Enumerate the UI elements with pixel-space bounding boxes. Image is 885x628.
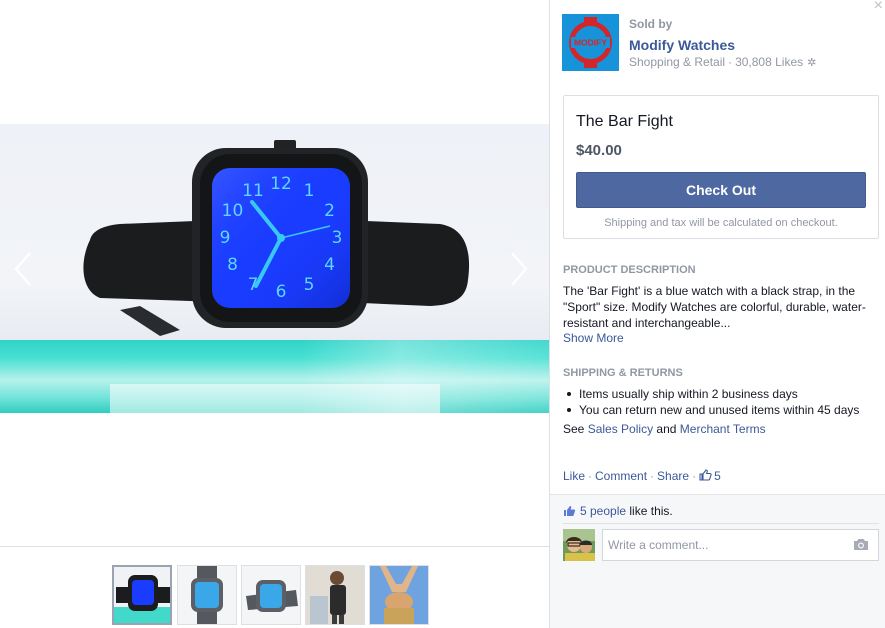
watch-numeral: 11 xyxy=(242,181,264,201)
check-out-button[interactable]: Check Out xyxy=(576,172,866,208)
merchant-terms-link[interactable]: Merchant Terms xyxy=(680,422,766,436)
camera-icon[interactable] xyxy=(853,537,869,551)
seller-meta: Shopping & Retail · 30,808 Likes ✲ xyxy=(629,55,816,69)
like-count[interactable]: 5 xyxy=(699,469,721,483)
likes-people-link[interactable]: 5 people xyxy=(580,504,626,518)
comment-link[interactable]: Comment xyxy=(595,469,647,483)
product-details-panel: × MODIFY Sold by Modify Watches Shopping… xyxy=(549,0,885,628)
thumbs-up-icon xyxy=(564,506,576,516)
settings-gear-icon[interactable]: ✲ xyxy=(807,56,816,69)
product-purchase-box: The Bar Fight $40.00 Check Out Shipping … xyxy=(563,95,879,239)
thumbnail-black-watch[interactable] xyxy=(112,565,172,625)
policy-links: See Sales Policy and Merchant Terms xyxy=(563,422,766,436)
thumbnail-person-sky[interactable] xyxy=(369,565,429,625)
see-label: See xyxy=(563,422,585,436)
thumbnail-gray-watch-angle[interactable] xyxy=(241,565,301,625)
separator: · xyxy=(728,55,733,69)
thumbnail-person-lifestyle[interactable] xyxy=(305,565,365,625)
like-link[interactable]: Like xyxy=(563,469,585,483)
list-item: Items usually ship within 2 business day… xyxy=(563,386,883,402)
separator: · xyxy=(650,469,655,483)
product-photo: 12 1 2 3 4 5 6 7 8 9 10 11 xyxy=(0,124,549,413)
sales-policy-link[interactable]: Sales Policy xyxy=(588,422,653,436)
separator: · xyxy=(588,469,593,483)
like-count-number: 5 xyxy=(714,469,721,483)
product-description-text: The 'Bar Fight' is a blue watch with a b… xyxy=(563,284,866,330)
watch-numeral: 10 xyxy=(222,201,244,221)
close-icon[interactable]: × xyxy=(874,0,883,14)
post-actions: Like · Comment · Share · 5 xyxy=(563,469,721,483)
next-photo-arrow-icon[interactable] xyxy=(508,250,530,288)
likes-summary: 5 people like this. xyxy=(563,504,673,518)
svg-text:MODIFY: MODIFY xyxy=(574,38,607,48)
separator: · xyxy=(692,469,697,483)
thumbnail-strip xyxy=(0,546,549,628)
acrylic-pedestal xyxy=(0,340,549,413)
product-price: $40.00 xyxy=(576,142,622,159)
seller-name-link[interactable]: Modify Watches xyxy=(629,37,735,53)
share-link[interactable]: Share xyxy=(657,469,689,483)
watch-numeral: 4 xyxy=(324,255,335,275)
thumbs-up-icon xyxy=(699,469,712,481)
seller-info: MODIFY Sold by Modify Watches Shopping &… xyxy=(562,14,872,72)
show-more-link[interactable]: Show More xyxy=(563,331,624,345)
watch-numeral: 2 xyxy=(324,201,335,221)
watch-numeral: 1 xyxy=(304,181,315,201)
watch-numeral: 5 xyxy=(304,275,315,295)
seller-category: Shopping & Retail xyxy=(629,55,726,69)
seller-likes: 30,808 Likes xyxy=(735,55,804,69)
watch-numeral: 9 xyxy=(220,228,231,248)
watch-numeral: 3 xyxy=(332,228,343,248)
watch-numeral: 8 xyxy=(227,255,238,275)
watch-image: 12 1234567891011 xyxy=(83,140,470,336)
sold-by-label: Sold by xyxy=(629,17,673,31)
previous-photo-arrow-icon[interactable] xyxy=(12,250,34,288)
shipping-returns-heading: SHIPPING & RETURNS xyxy=(563,367,683,379)
thumbnail-gray-watch-front[interactable] xyxy=(177,565,237,625)
comment-input[interactable] xyxy=(602,529,879,561)
feedback-section: 5 people like this. xyxy=(550,494,885,628)
watch-numeral: 6 xyxy=(276,282,287,302)
watch-numeral: 12 xyxy=(270,174,292,194)
and-label: and xyxy=(656,422,677,436)
product-description-heading: PRODUCT DESCRIPTION xyxy=(563,264,696,276)
modify-logo[interactable]: MODIFY xyxy=(562,14,619,71)
avatar[interactable] xyxy=(563,529,595,561)
checkout-note: Shipping and tax will be calculated on c… xyxy=(604,217,838,229)
shipping-list: Items usually ship within 2 business day… xyxy=(563,386,883,418)
product-title: The Bar Fight xyxy=(576,113,673,130)
list-item: You can return new and unused items with… xyxy=(563,402,883,418)
product-media-viewer: 12 1 2 3 4 5 6 7 8 9 10 11 xyxy=(0,0,549,628)
divider xyxy=(563,523,879,524)
likes-suffix: like this. xyxy=(629,504,673,518)
